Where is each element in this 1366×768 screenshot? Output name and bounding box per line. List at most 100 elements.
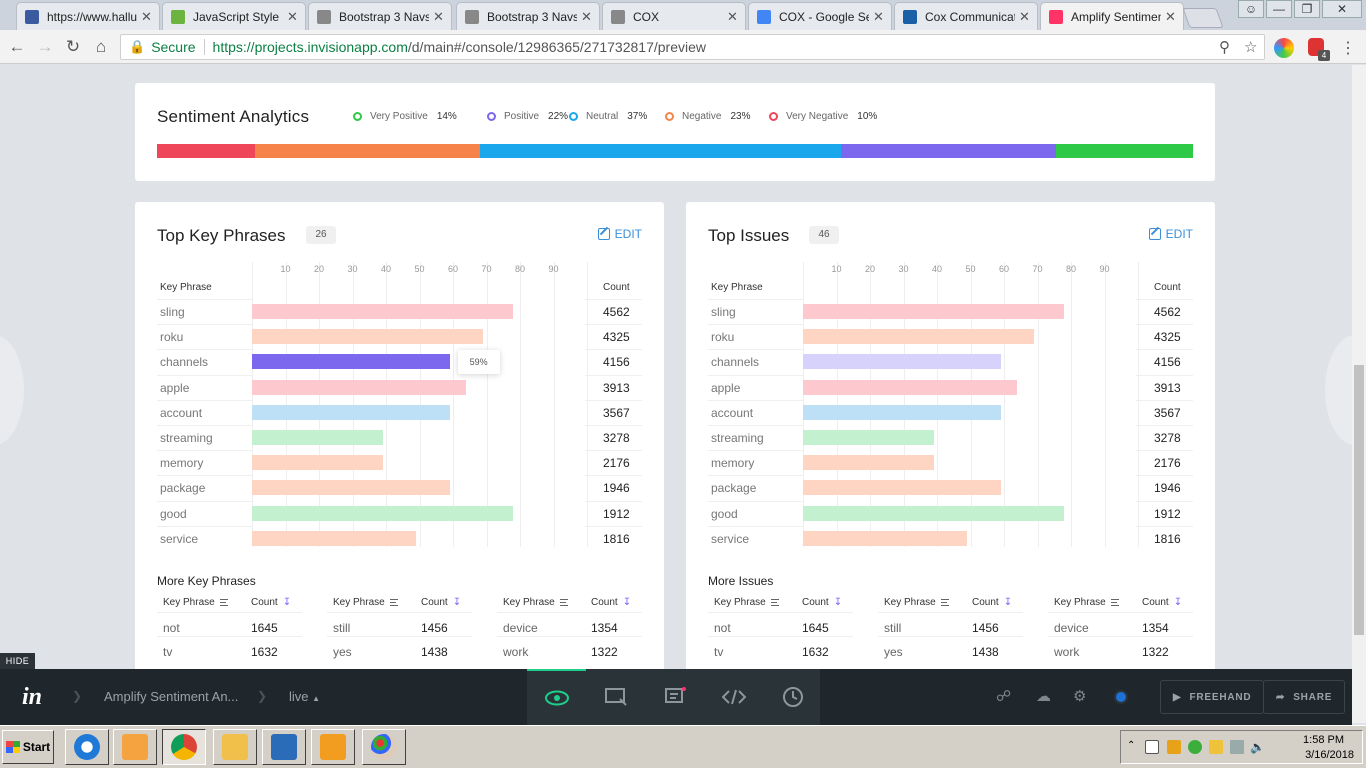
- sync-tray-icon[interactable]: [1188, 740, 1202, 754]
- minimize-button[interactable]: —: [1266, 0, 1292, 18]
- edit-button[interactable]: EDIT: [1148, 227, 1193, 241]
- network-icon[interactable]: [1230, 740, 1244, 754]
- history-mode-button[interactable]: [763, 669, 822, 725]
- browser-tab[interactable]: Bootstrap 3 Navs ✕: [308, 2, 452, 30]
- bar-sling[interactable]: [252, 304, 514, 319]
- tab-close-icon[interactable]: ✕: [727, 9, 739, 25]
- bar-channels[interactable]: [803, 354, 1001, 370]
- home-icon[interactable]: ⌂: [90, 36, 112, 58]
- edit-button[interactable]: EDIT: [597, 227, 642, 241]
- scrollbar-thumb[interactable]: [1354, 365, 1364, 635]
- gear-icon[interactable]: ⚙: [1073, 687, 1086, 705]
- tray-expand-icon[interactable]: ⌃: [1127, 740, 1135, 751]
- bar-channels[interactable]: [252, 354, 450, 370]
- bar-account[interactable]: [252, 404, 450, 420]
- more-table-header-count[interactable]: Count ↧: [802, 597, 842, 608]
- bar-streaming[interactable]: [252, 430, 383, 445]
- bar-roku[interactable]: [803, 329, 1035, 345]
- browser-tab[interactable]: COX - Google Sea ✕: [748, 2, 892, 30]
- tab-close-icon[interactable]: ✕: [1019, 9, 1031, 25]
- flag-icon[interactable]: [1145, 740, 1159, 754]
- share-button[interactable]: ➦ SHARE: [1263, 680, 1346, 714]
- bar-service[interactable]: [252, 530, 417, 546]
- cloud-icon[interactable]: ☁: [1036, 687, 1051, 705]
- page-scrollbar[interactable]: [1352, 65, 1366, 723]
- tab-close-icon[interactable]: ✕: [873, 9, 885, 25]
- bar-account[interactable]: [803, 404, 1001, 420]
- ie-taskbar-button[interactable]: [65, 729, 109, 765]
- more-table-header-count[interactable]: Count ↧: [421, 597, 461, 608]
- browser-tab[interactable]: COX ✕: [602, 2, 746, 30]
- bar-apple[interactable]: [803, 379, 1018, 395]
- media-player-taskbar-button[interactable]: [113, 729, 157, 765]
- restore-button[interactable]: ❐: [1294, 0, 1320, 18]
- browser-tab[interactable]: Bootstrap 3 Navs ✕: [456, 2, 600, 30]
- more-table-header-key[interactable]: Key Phrase: [1054, 597, 1119, 608]
- bar-package[interactable]: [252, 480, 450, 496]
- next-screen-handle[interactable]: [1325, 335, 1352, 445]
- more-table-header-key[interactable]: Key Phrase: [163, 597, 228, 608]
- reload-icon[interactable]: ↻: [62, 36, 84, 58]
- inspect-mode-button[interactable]: [704, 669, 763, 725]
- mode-dropdown[interactable]: live ▲: [289, 689, 320, 704]
- forward-icon[interactable]: →: [34, 36, 56, 58]
- extension-color-icon[interactable]: [1274, 38, 1294, 58]
- menu-kebab-icon[interactable]: ⋮: [1340, 38, 1356, 58]
- volume-icon[interactable]: 🔈: [1250, 740, 1265, 754]
- security-tray-icon[interactable]: [1209, 740, 1223, 754]
- explorer-taskbar-button[interactable]: [213, 729, 257, 765]
- build-mode-button[interactable]: [586, 669, 645, 725]
- share-nodes-icon[interactable]: ☍: [996, 687, 1011, 705]
- bar-service[interactable]: [803, 530, 968, 546]
- hide-toolbar-button[interactable]: HIDE: [0, 653, 35, 669]
- more-table-header-count[interactable]: Count ↧: [1142, 597, 1182, 608]
- more-table-header-key[interactable]: Key Phrase: [884, 597, 949, 608]
- browser-tab[interactable]: https://www.hallu ✕: [16, 2, 160, 30]
- bar-good[interactable]: [252, 505, 514, 521]
- chrome-taskbar-button[interactable]: [162, 729, 206, 765]
- bar-memory[interactable]: [803, 455, 934, 471]
- more-table-header-count[interactable]: Count ↧: [972, 597, 1012, 608]
- project-name[interactable]: Amplify Sentiment An...: [104, 689, 238, 704]
- close-window-button[interactable]: ✕: [1322, 0, 1362, 18]
- bar-good[interactable]: [803, 505, 1065, 521]
- lync-taskbar-button[interactable]: [262, 729, 306, 765]
- browser-tab[interactable]: JavaScript Style G ✕: [162, 2, 306, 30]
- bar-roku[interactable]: [252, 329, 484, 345]
- browser-tab[interactable]: Amplify Sentimen ✕: [1040, 2, 1184, 30]
- address-bar[interactable]: 🔒 Secure https://projects.invisionapp.co…: [120, 34, 1265, 60]
- invision-logo[interactable]: in: [22, 684, 42, 711]
- more-table-header-key[interactable]: Key Phrase: [503, 597, 568, 608]
- back-icon[interactable]: ←: [6, 36, 28, 58]
- outlook-taskbar-button[interactable]: [311, 729, 355, 765]
- bookmark-star-icon[interactable]: ☆: [1244, 38, 1257, 56]
- comment-mode-button[interactable]: [645, 669, 704, 725]
- preview-mode-button[interactable]: [527, 669, 586, 725]
- clock-time[interactable]: 1:58 PM: [1303, 734, 1344, 746]
- more-table-header-count[interactable]: Count ↧: [251, 597, 291, 608]
- more-table-header-count[interactable]: Count ↧: [591, 597, 631, 608]
- clock-date[interactable]: 3/16/2018: [1305, 749, 1354, 761]
- browser-tab[interactable]: Cox Communicatio ✕: [894, 2, 1038, 30]
- more-table-header-key[interactable]: Key Phrase: [333, 597, 398, 608]
- tab-close-icon[interactable]: ✕: [581, 9, 593, 25]
- bar-apple[interactable]: [252, 379, 467, 395]
- tab-close-icon[interactable]: ✕: [287, 9, 299, 25]
- bar-package[interactable]: [803, 480, 1001, 496]
- bar-sling[interactable]: [803, 304, 1065, 319]
- start-button[interactable]: Start: [2, 730, 54, 764]
- new-tab-button[interactable]: [1182, 8, 1224, 28]
- tab-close-icon[interactable]: ✕: [1165, 9, 1177, 25]
- office-tray-icon[interactable]: [1167, 740, 1181, 754]
- prev-screen-handle[interactable]: [0, 335, 24, 445]
- avatar[interactable]: [1114, 690, 1128, 704]
- more-table-header-key[interactable]: Key Phrase: [714, 597, 779, 608]
- bar-memory[interactable]: [252, 455, 383, 471]
- profile-button[interactable]: ☺: [1238, 0, 1264, 18]
- tab-close-icon[interactable]: ✕: [433, 9, 445, 25]
- bar-streaming[interactable]: [803, 430, 934, 445]
- tab-close-icon[interactable]: ✕: [141, 9, 153, 25]
- zoom-icon[interactable]: ⚲: [1219, 38, 1230, 56]
- paint-taskbar-button[interactable]: [362, 729, 406, 765]
- freehand-button[interactable]: ▶ FREEHAND: [1160, 680, 1265, 714]
